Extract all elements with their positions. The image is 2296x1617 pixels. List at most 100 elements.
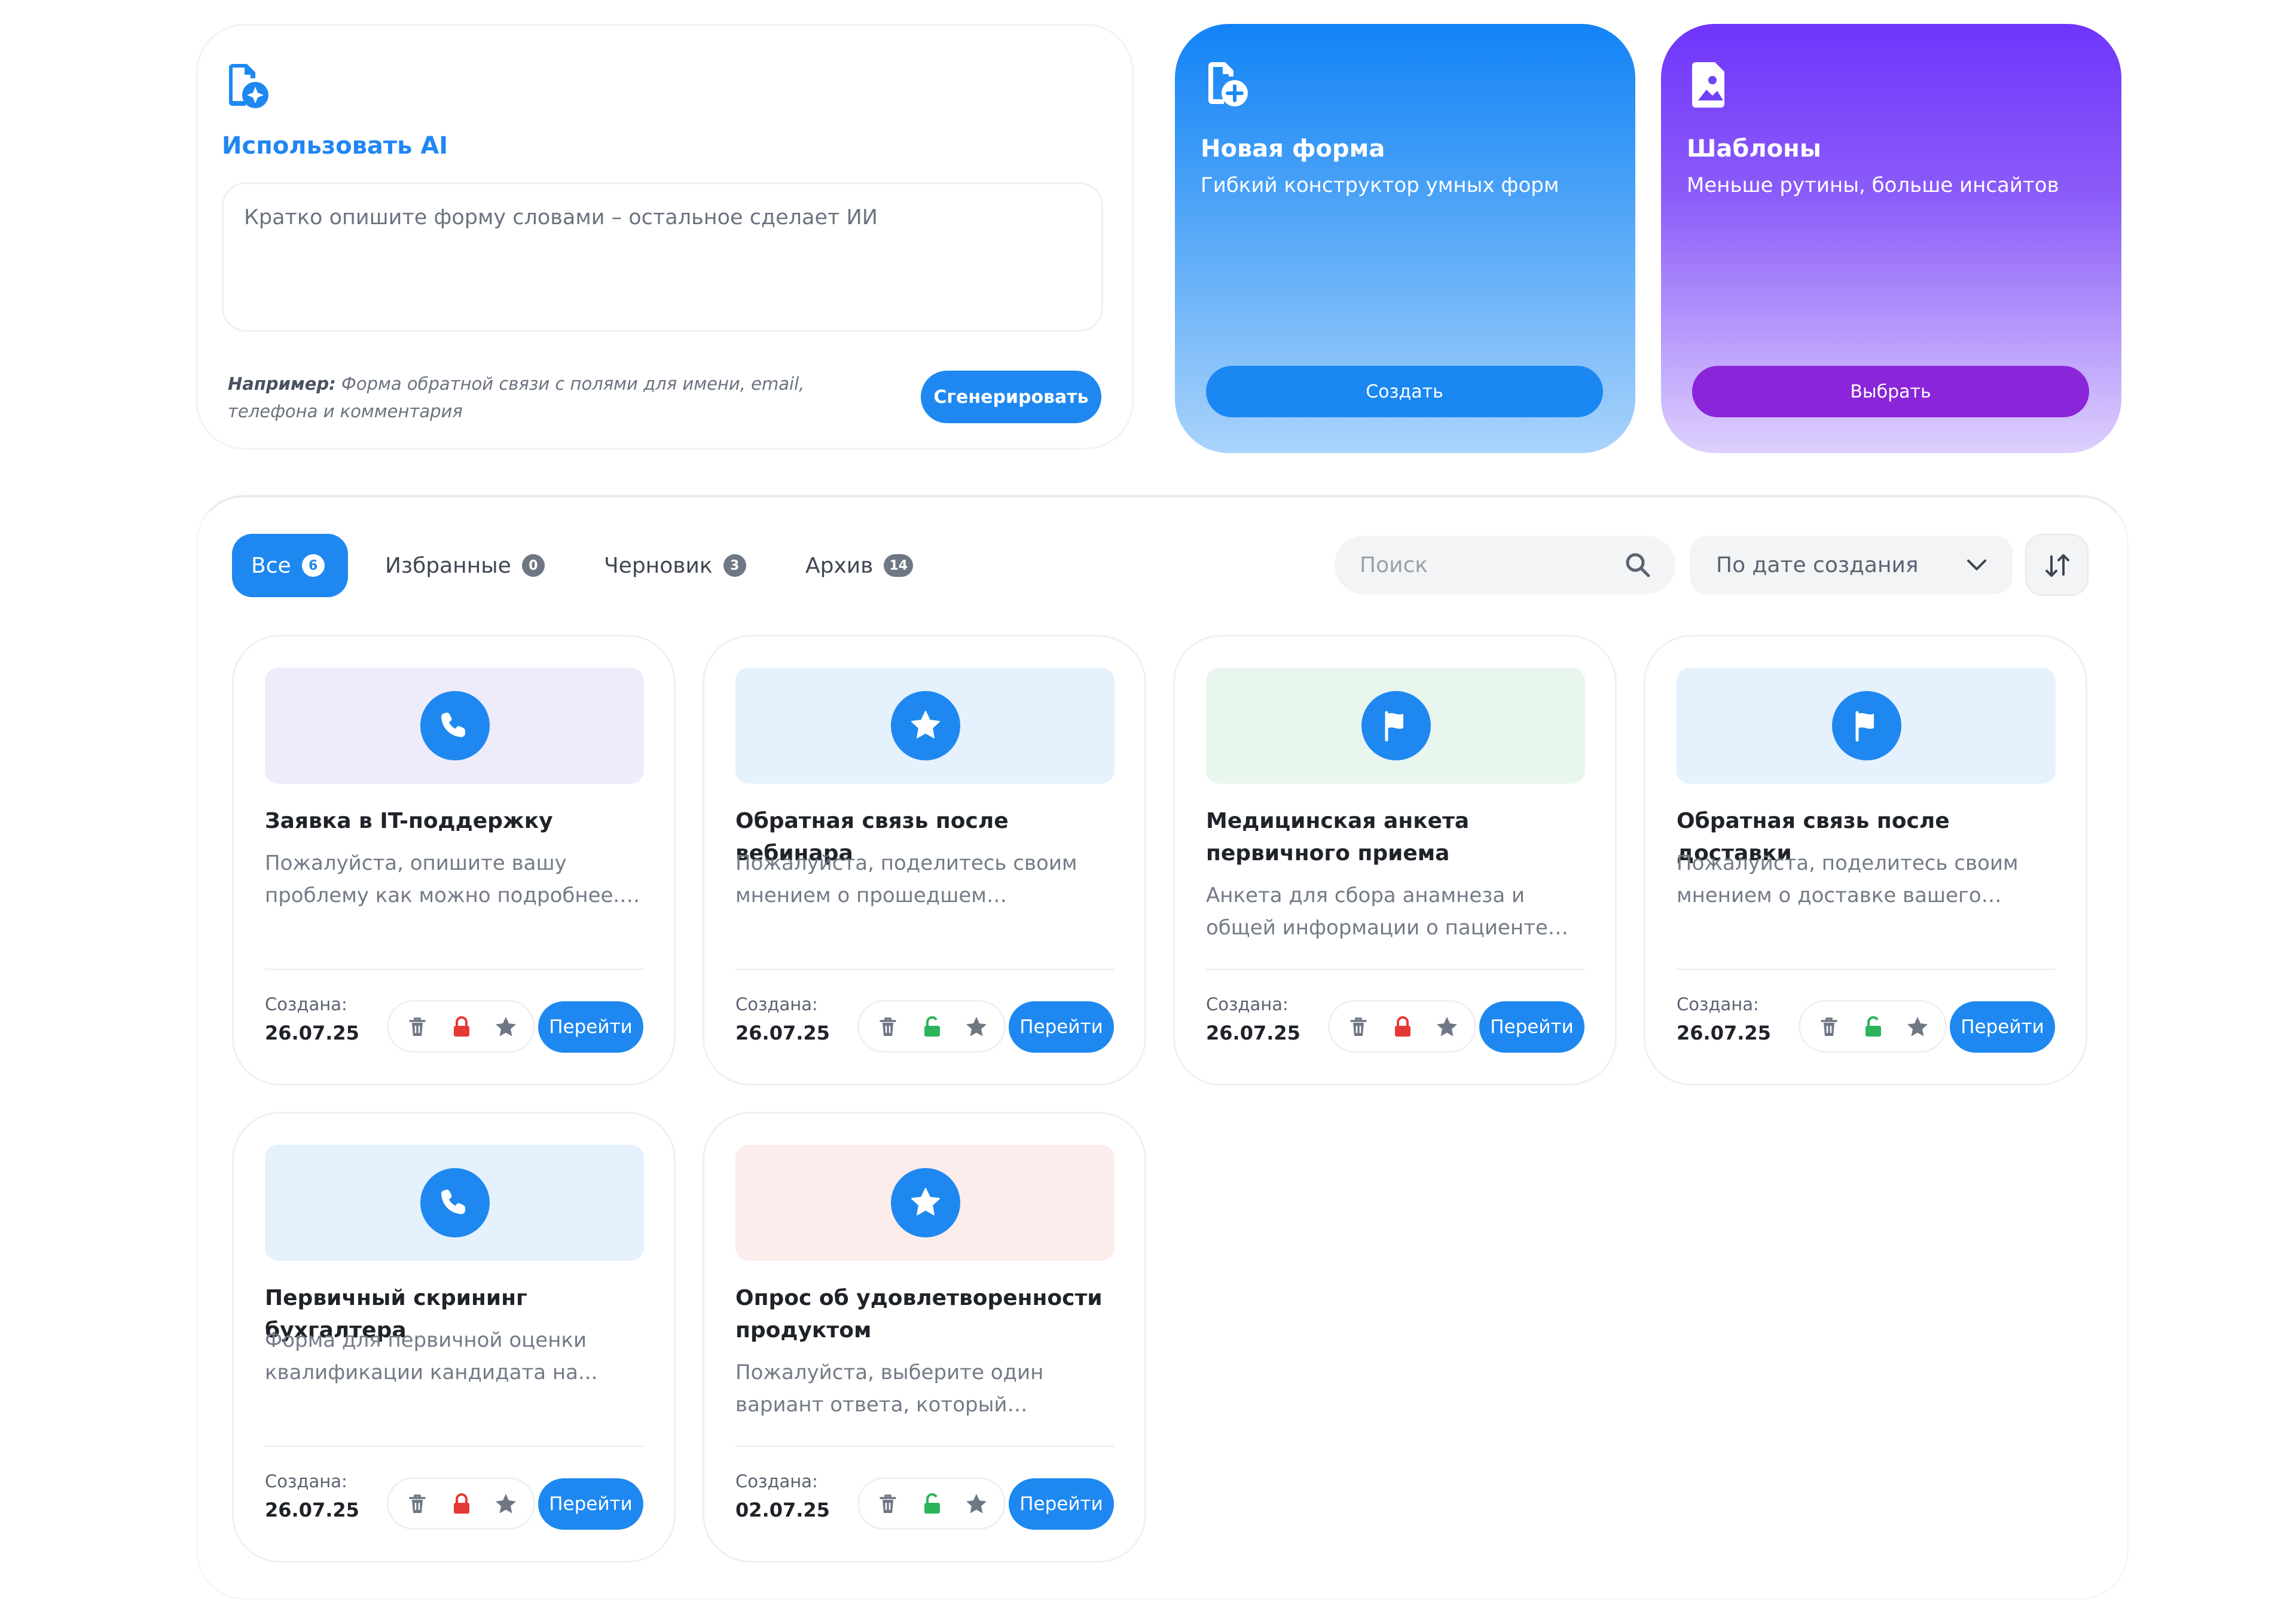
tab-count-badge: 3 (723, 554, 746, 577)
templates-card: Шаблоны Меньше рутины, больше инсайтов В… (1661, 24, 2121, 453)
flag-icon (1385, 711, 1403, 742)
trash-icon[interactable] (1817, 1015, 1841, 1039)
trash-icon[interactable] (1347, 1015, 1370, 1039)
form-description: Пожалуйста, опишите вашу проблему как мо… (265, 851, 620, 907)
form-title[interactable]: Заявка в IT-поддержку (265, 805, 648, 837)
star-icon (911, 711, 940, 738)
tab-count-badge: 6 (301, 554, 325, 577)
phone-icon (441, 1190, 465, 1214)
tab-favorites[interactable]: Избранные 0 (385, 534, 545, 597)
open-form-button[interactable]: Перейти (1009, 1001, 1114, 1053)
created-date: 26.07.25 (265, 1022, 359, 1044)
forms-dashboard: Использовать AI Например: Форма обратной… (0, 0, 2296, 1617)
card-actions (1799, 1000, 1947, 1053)
sort-direction-button[interactable] (2025, 534, 2089, 596)
card-actions (857, 1477, 1006, 1530)
card-actions (387, 1000, 535, 1053)
form-description: Пожалуйста, поделитесь своим мнением о п… (735, 851, 1077, 907)
created-date: 26.07.25 (1677, 1022, 1771, 1044)
card-actions (857, 1000, 1006, 1053)
created-date: 02.07.25 (735, 1499, 830, 1521)
trash-icon[interactable] (876, 1015, 900, 1039)
form-description: Пожалуйста, поделитесь своим мнением о д… (1677, 851, 2019, 907)
unlock-icon[interactable] (1861, 1015, 1885, 1039)
open-form-button[interactable]: Перейти (538, 1001, 643, 1053)
templates-subtitle: Меньше рутины, больше инсайтов (1687, 173, 2059, 197)
lock-icon[interactable] (1391, 1015, 1415, 1039)
sort-dropdown[interactable]: По дате создания (1690, 536, 2013, 594)
open-form-button[interactable]: Перейти (1479, 1001, 1584, 1053)
form-type-badge (420, 691, 490, 760)
star-icon[interactable] (1435, 1015, 1459, 1039)
trash-icon[interactable] (405, 1015, 429, 1039)
form-cover (1677, 668, 2056, 784)
star-icon (911, 1188, 940, 1215)
phone-icon (441, 713, 465, 737)
templates-title: Шаблоны (1687, 135, 1821, 163)
form-card[interactable]: Обратная связь после вебинара Пожалуйста,… (703, 635, 1146, 1086)
trash-icon[interactable] (405, 1492, 429, 1516)
generate-button[interactable]: Сгенерировать (921, 371, 1101, 423)
star-icon[interactable] (964, 1492, 988, 1516)
lock-icon[interactable] (450, 1492, 474, 1516)
form-cover (265, 668, 644, 784)
form-description: Анкета для сбора анамнеза и общей информ… (1206, 884, 1548, 940)
card-divider (265, 1445, 644, 1447)
star-icon[interactable] (964, 1015, 988, 1039)
ai-generator-card: Использовать AI Например: Форма обратной… (196, 24, 1134, 450)
form-card[interactable]: Заявка в IT-поддержку Пожалуйста, опишите… (232, 635, 676, 1086)
template-image-icon (1692, 62, 1724, 108)
new-form-icon (1208, 62, 1248, 106)
form-cover (735, 1145, 1115, 1261)
open-form-button[interactable]: Перейти (1009, 1478, 1114, 1530)
tab-count-badge: 0 (521, 554, 545, 577)
form-card[interactable]: Обратная связь после доставки Пожалуйста,… (1644, 635, 2087, 1086)
search-icon[interactable] (1624, 551, 1651, 579)
created-label: Создана: (265, 994, 347, 1014)
open-form-button[interactable]: Перейти (538, 1478, 643, 1530)
chevron-down-icon (1967, 560, 1986, 570)
open-form-button[interactable]: Перейти (1950, 1001, 2055, 1053)
tab-all[interactable]: Все 6 (232, 534, 348, 597)
star-icon[interactable] (1906, 1015, 1929, 1039)
form-description: Пожалуйста, выберите один вариант ответа… (735, 1361, 1044, 1417)
card-divider (735, 968, 1115, 970)
ai-panel-title: Использовать AI (222, 132, 448, 160)
tab-drafts[interactable]: Черновик 3 (604, 534, 746, 597)
sort-selected-value: По дате создания (1716, 552, 1919, 577)
lock-icon[interactable] (450, 1015, 474, 1039)
form-type-badge (891, 691, 960, 760)
flag-icon (1855, 711, 1874, 742)
trash-icon[interactable] (876, 1492, 900, 1516)
tab-archive[interactable]: Архив 14 (805, 534, 914, 597)
form-type-badge (420, 1168, 490, 1237)
create-form-button[interactable]: Создать (1206, 366, 1603, 417)
star-icon[interactable] (494, 1492, 518, 1516)
unlock-icon[interactable] (920, 1015, 944, 1039)
form-cover (1206, 668, 1585, 784)
card-actions (387, 1477, 535, 1530)
created-label: Создана: (1206, 994, 1289, 1014)
star-icon[interactable] (494, 1015, 518, 1039)
unlock-icon[interactable] (920, 1492, 944, 1516)
form-card[interactable]: Первичный скрининг бухгалтера Форма для п… (232, 1112, 676, 1563)
card-divider (265, 968, 644, 970)
form-title[interactable]: Медицинская анкета первичного приема (1206, 805, 1589, 870)
tab-label: Все (251, 553, 291, 578)
sort-arrows-icon (2045, 554, 2069, 577)
ai-form-icon (229, 64, 268, 108)
form-card[interactable]: Медицинская анкета первичного приема Анке… (1173, 635, 1617, 1086)
created-label: Создана: (735, 1471, 818, 1491)
created-date: 26.07.25 (1206, 1022, 1300, 1044)
form-type-badge (1832, 691, 1901, 760)
choose-template-button[interactable]: Выбрать (1692, 366, 2089, 417)
tab-label: Избранные (385, 553, 511, 578)
form-cover (265, 1145, 644, 1261)
form-type-badge (1361, 691, 1431, 760)
new-form-subtitle: Гибкий конструктор умных форм (1201, 173, 1559, 197)
ai-example-hint: Например: Форма обратной связи с полями … (228, 370, 826, 425)
tab-label: Архив (805, 553, 874, 578)
ai-prompt-input[interactable] (222, 182, 1103, 332)
form-title[interactable]: Опрос об удовлетворенности продуктом (735, 1282, 1118, 1347)
form-card[interactable]: Опрос об удовлетворенности продуктом Пожа… (703, 1112, 1146, 1563)
